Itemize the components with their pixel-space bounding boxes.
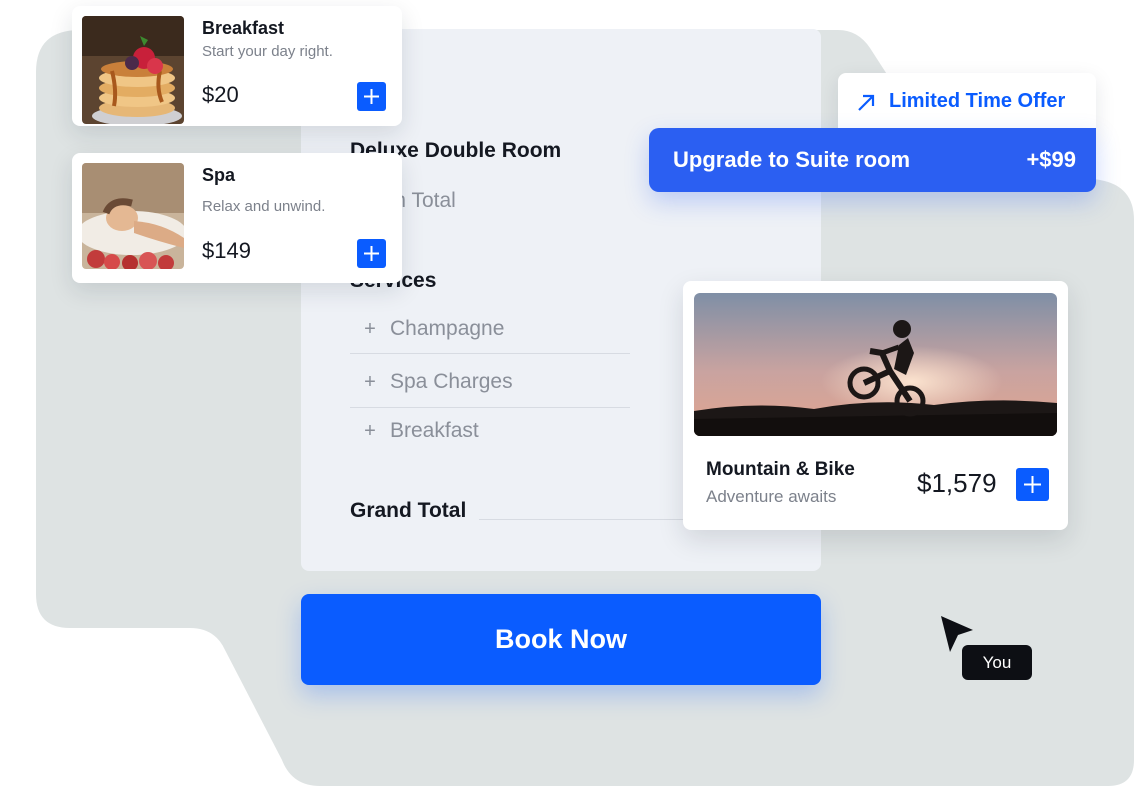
add-spa-button[interactable] <box>357 239 386 268</box>
plus-icon: + <box>364 317 376 340</box>
package-card-mountain-bike: Mountain & Bike Adventure awaits $1,579 <box>683 281 1068 530</box>
service-card-desc: Relax and unwind. <box>202 198 326 215</box>
breakfast-image <box>82 16 184 124</box>
add-breakfast-button[interactable] <box>357 82 386 111</box>
plus-icon <box>364 89 379 104</box>
limited-offer-tab[interactable]: Limited Time Offer <box>838 73 1096 135</box>
service-card-desc: Start your day right. <box>202 43 333 60</box>
package-price: $1,579 <box>917 468 997 498</box>
plus-icon <box>364 246 379 261</box>
arrow-up-right-icon <box>858 94 875 111</box>
limited-offer-label: Limited Time Offer <box>889 90 1066 112</box>
service-item-label: Breakfast <box>390 419 479 442</box>
book-now-button[interactable]: Book Now <box>301 594 821 685</box>
service-item-spa-charges[interactable]: + Spa Charges <box>350 356 630 408</box>
package-name: Mountain & Bike <box>706 459 855 480</box>
plus-icon <box>1024 476 1041 493</box>
plus-icon: + <box>364 370 376 393</box>
service-item-label: Champagne <box>390 317 505 340</box>
service-item-label: Spa Charges <box>390 370 513 393</box>
service-card-breakfast: Breakfast Start your day right. $20 <box>72 6 402 126</box>
upgrade-price: +$99 <box>1026 147 1076 172</box>
service-item-champagne[interactable]: + Champagne <box>350 303 630 355</box>
cursor-user-tag: You <box>962 645 1032 680</box>
service-card-price: $149 <box>202 238 251 263</box>
upgrade-label: Upgrade to Suite room <box>673 147 911 172</box>
upgrade-suite-button[interactable]: Upgrade to Suite room +$99 <box>649 128 1096 192</box>
service-card-name: Breakfast <box>202 18 285 38</box>
service-card-price: $20 <box>202 82 239 107</box>
spa-image <box>82 163 184 269</box>
package-desc: Adventure awaits <box>706 487 837 506</box>
service-item-breakfast[interactable]: + Breakfast <box>350 405 630 457</box>
grand-total-label: Grand Total <box>350 499 467 522</box>
divider <box>350 353 630 354</box>
add-package-button[interactable] <box>1016 468 1049 501</box>
service-card-name: Spa <box>202 165 236 185</box>
service-card-spa: Spa Relax and unwind. $149 <box>72 153 402 283</box>
mountain-bike-image <box>694 293 1057 436</box>
plus-icon: + <box>364 419 376 442</box>
